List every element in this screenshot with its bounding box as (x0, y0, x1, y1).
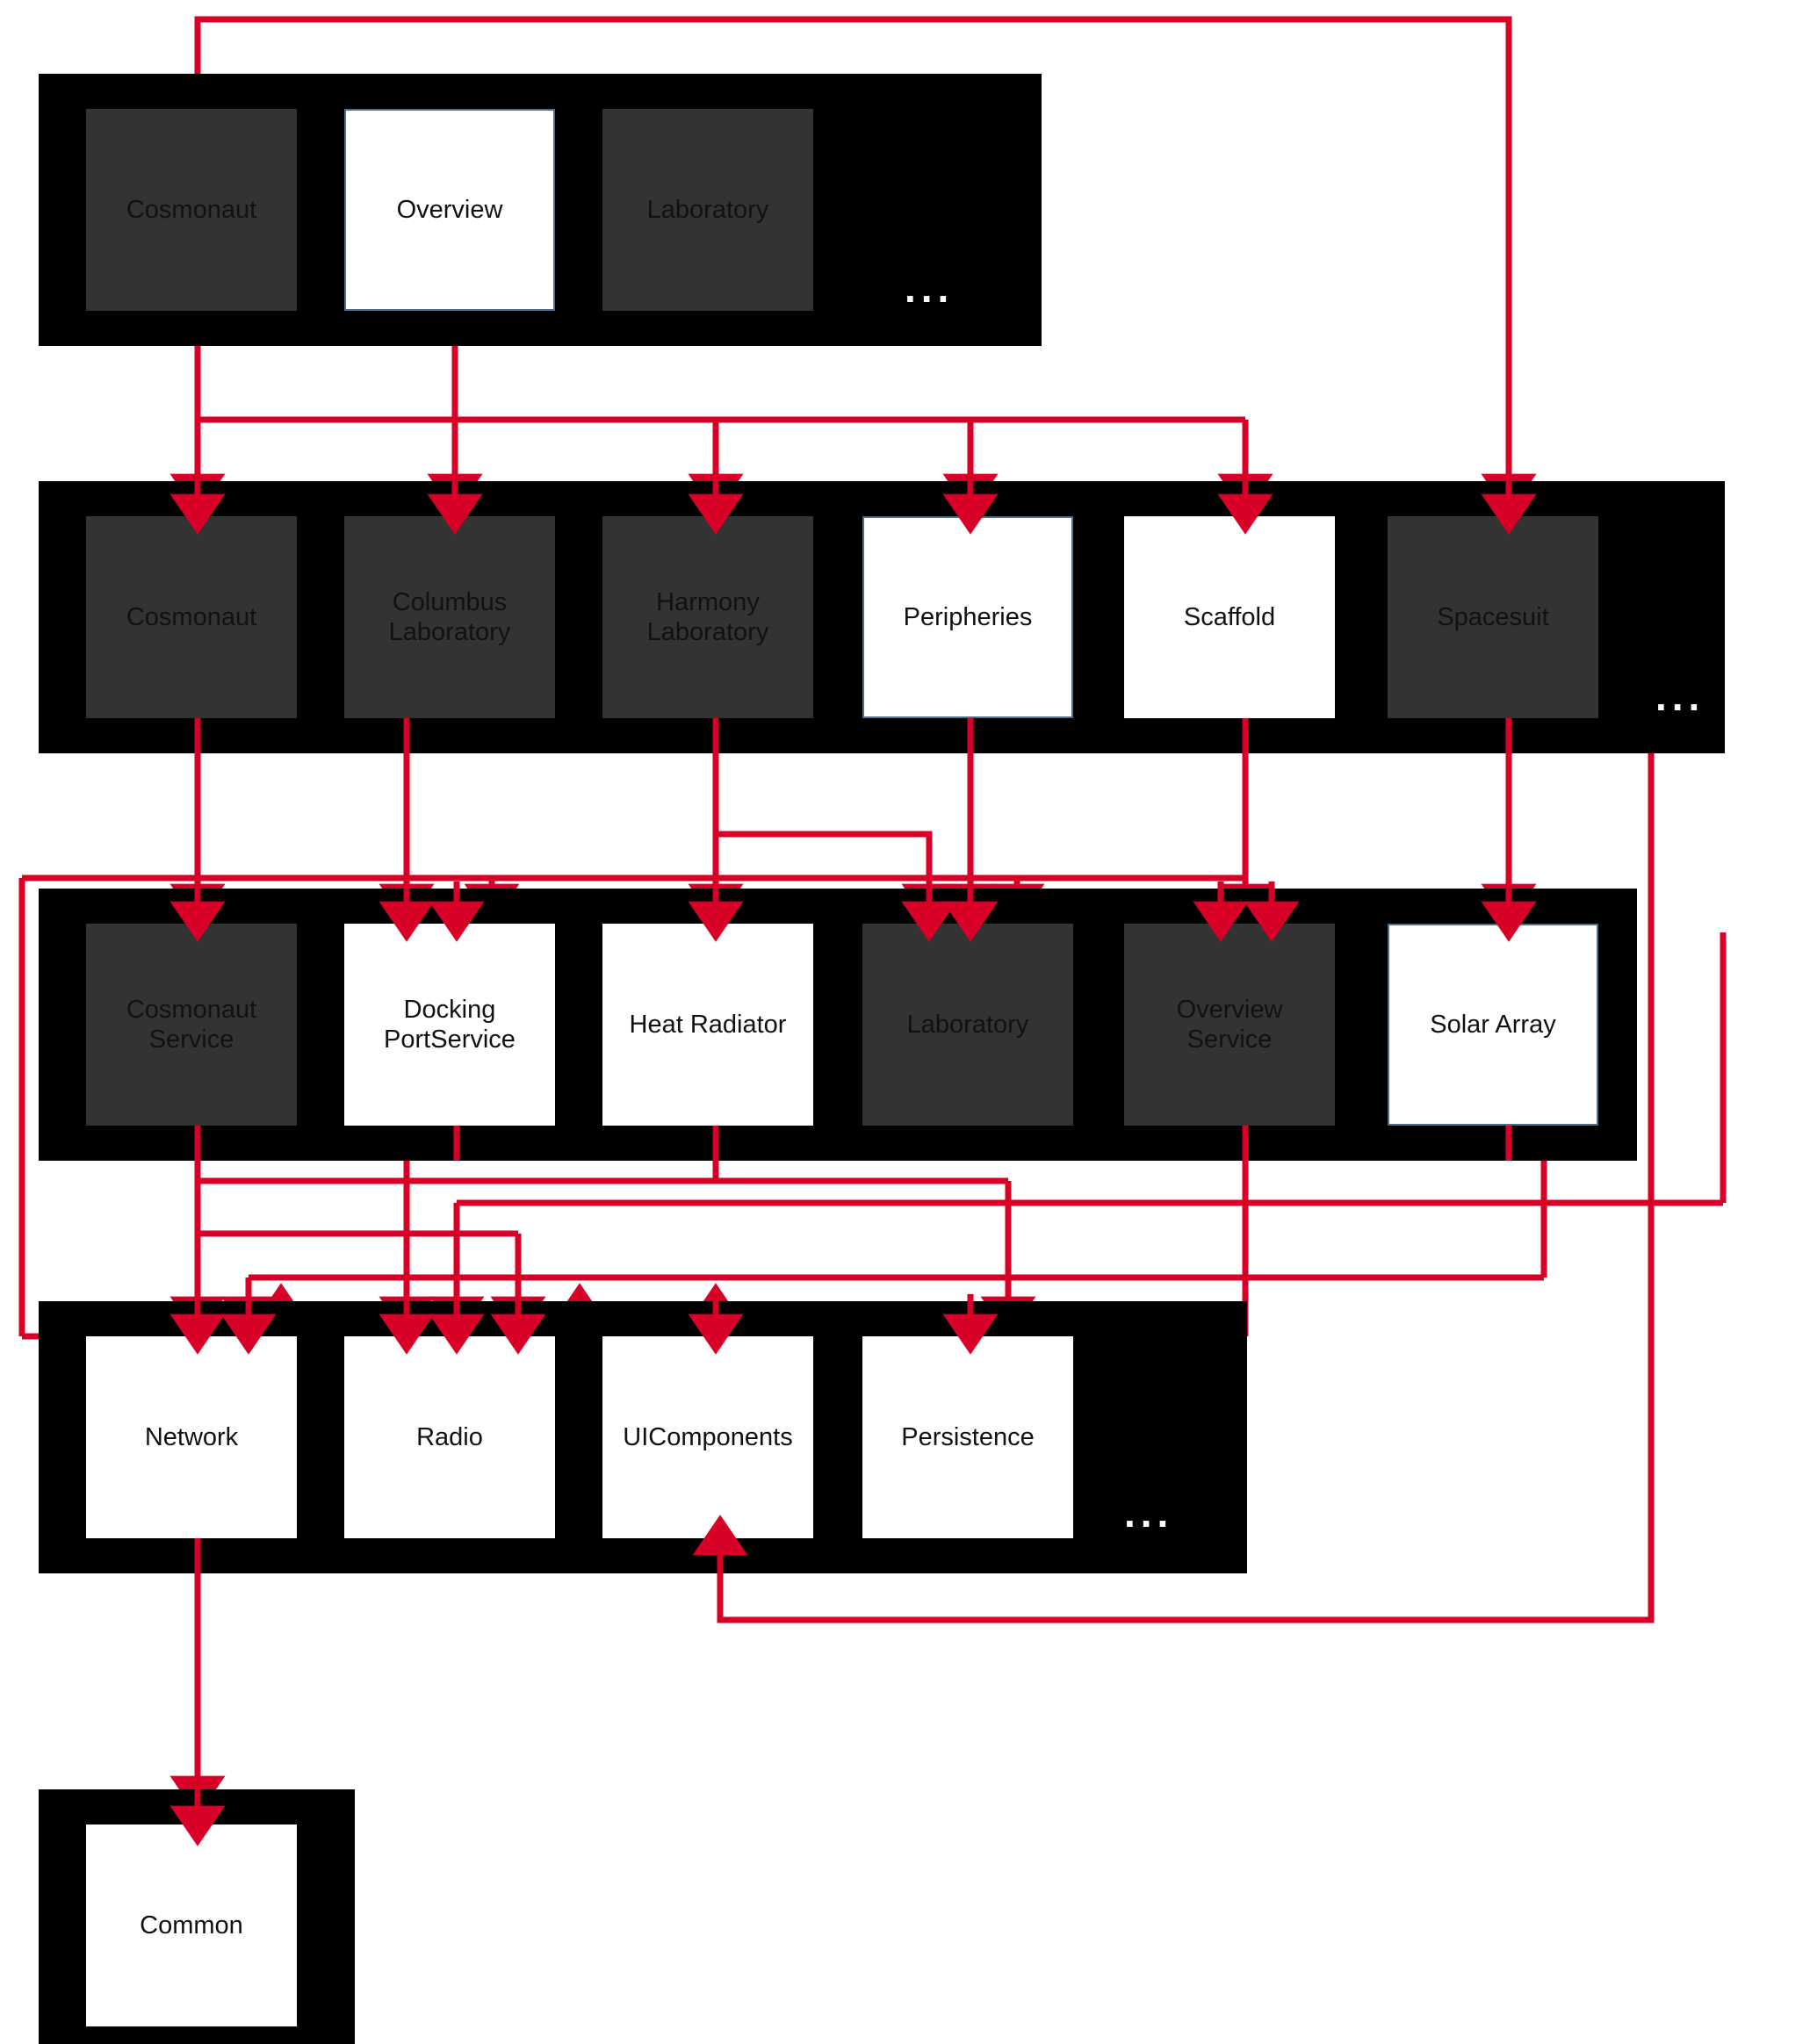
node-label: Laboratory (646, 195, 769, 224)
node-label: Radio (416, 1422, 483, 1451)
node-solar-array[interactable]: Solar Array (1388, 924, 1598, 1126)
node-label: Spacesuit (1437, 602, 1549, 631)
layer-features-ellipsis: ... (1655, 673, 1705, 719)
node-label: Common (140, 1911, 243, 1940)
node-label: Cosmonaut (126, 195, 257, 224)
layer-services-ellipsis: ... (1655, 1079, 1705, 1125)
layer-applications-ellipsis: ... (905, 265, 955, 311)
node-label: Columbus Laboratory (388, 587, 511, 646)
node-label: Persistence (901, 1422, 1035, 1451)
node-label: UIComponents (623, 1422, 793, 1451)
node-label: Cosmonaut Service (126, 995, 257, 1054)
node-harmony-laboratory-feature[interactable]: Harmony Laboratory (602, 516, 813, 718)
node-uicomponents[interactable]: UIComponents (602, 1336, 813, 1538)
node-label: Scaffold (1183, 602, 1276, 631)
node-peripheries-feature[interactable]: Peripheries (862, 516, 1073, 718)
node-scaffold-feature[interactable]: Scaffold (1124, 516, 1335, 718)
node-spacesuit-feature[interactable]: Spacesuit (1388, 516, 1598, 718)
node-label: Overview Service (1176, 995, 1283, 1054)
node-columbus-laboratory-feature[interactable]: Columbus Laboratory (344, 516, 555, 718)
node-label: Network (144, 1422, 239, 1451)
architecture-diagram: Cosmonaut Overview Laboratory ... Cosmon… (0, 0, 1810, 2044)
node-laboratory-app[interactable]: Laboratory (602, 109, 813, 311)
node-radio[interactable]: Radio (344, 1336, 555, 1538)
node-label: Solar Array (1430, 1010, 1556, 1039)
node-laboratory-service[interactable]: Laboratory (862, 924, 1073, 1126)
node-label: Heat Radiator (629, 1010, 787, 1039)
node-label: Cosmonaut (126, 602, 257, 631)
node-overview-service[interactable]: Overview Service (1124, 924, 1335, 1126)
node-label: Harmony Laboratory (646, 587, 769, 646)
node-cosmonaut-service[interactable]: Cosmonaut Service (86, 924, 297, 1126)
node-label: Peripheries (903, 602, 1033, 631)
node-docking-port-service[interactable]: Docking PortService (344, 924, 555, 1126)
node-cosmonaut-app[interactable]: Cosmonaut (86, 109, 297, 311)
node-persistence[interactable]: Persistence (862, 1336, 1073, 1538)
node-network[interactable]: Network (86, 1336, 297, 1538)
node-label: Overview (396, 195, 503, 224)
node-label: Docking PortService (384, 995, 516, 1054)
layer-libraries-ellipsis: ... (1124, 1490, 1174, 1536)
node-common[interactable]: Common (86, 1824, 297, 2026)
node-cosmonaut-feature[interactable]: Cosmonaut (86, 516, 297, 718)
node-heat-radiator[interactable]: Heat Radiator (602, 924, 813, 1126)
node-label: Laboratory (906, 1010, 1029, 1039)
node-overview-app[interactable]: Overview (344, 109, 555, 311)
